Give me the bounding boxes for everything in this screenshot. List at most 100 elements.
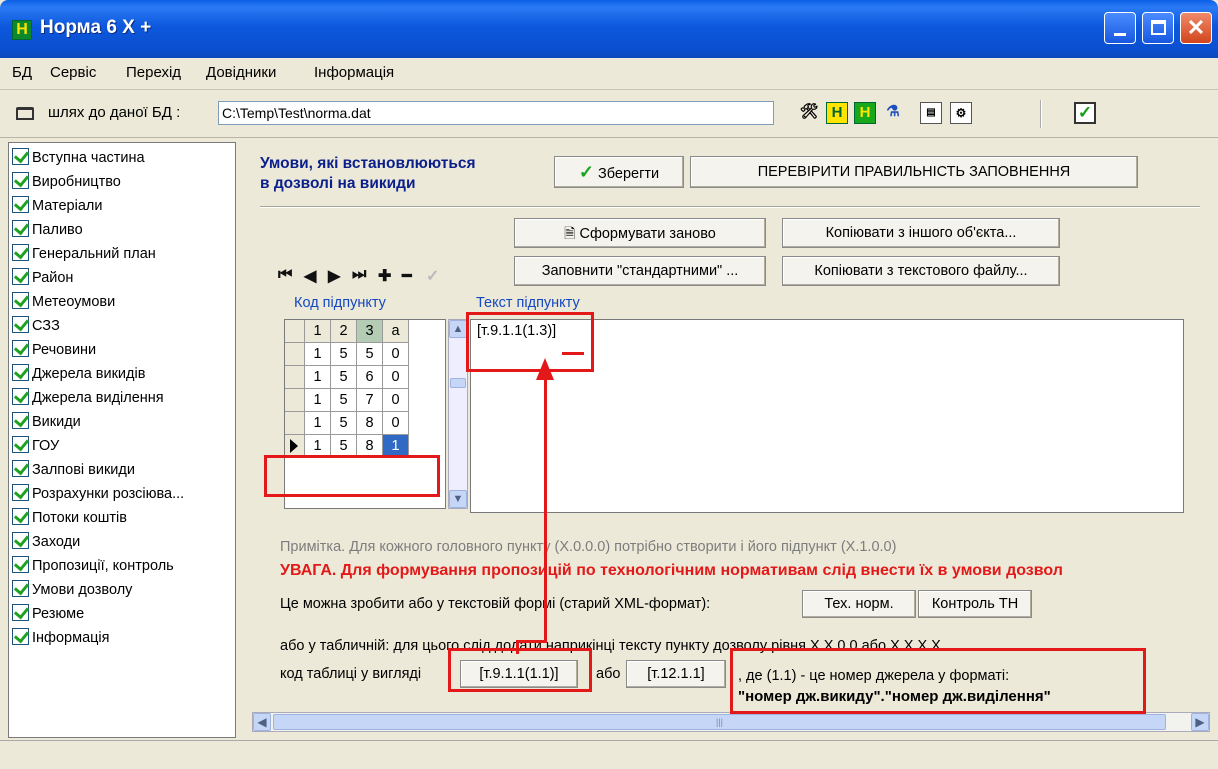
sidebar-item-label: Потоки коштів: [32, 510, 127, 526]
last-record-icon[interactable]: ⏭: [352, 266, 366, 284]
tools-icon[interactable]: 🛠: [798, 102, 820, 124]
minimize-button[interactable]: [1104, 12, 1136, 44]
sidebar-item-label: Вступна частина: [32, 150, 145, 166]
table-row[interactable]: 1 5 7 0: [285, 389, 445, 412]
grid-header-cell[interactable]: 1: [305, 320, 331, 343]
sidebar-item-cash-flows[interactable]: Потоки коштів: [12, 507, 127, 531]
grid-vertical-scrollbar[interactable]: ▲ ▼: [448, 319, 468, 509]
sidebar-item-release-sources[interactable]: Джерела виділення: [12, 387, 164, 411]
scroll-right-icon[interactable]: ▶: [1191, 713, 1209, 731]
sidebar-item-measures[interactable]: Заходи: [12, 531, 80, 555]
code-example-button-2[interactable]: [т.12.1.1]: [626, 660, 726, 688]
sidebar-item-proposals[interactable]: Пропозиції, контроль: [12, 555, 174, 579]
grid-cell[interactable]: 5: [331, 412, 357, 435]
sidebar-item-general-plan[interactable]: Генеральний план: [12, 243, 156, 267]
table-row[interactable]: 1 5 5 0: [285, 343, 445, 366]
grid-cell[interactable]: 0: [383, 412, 409, 435]
grid-cell[interactable]: 5: [331, 389, 357, 412]
save-button[interactable]: ✓ Зберегти: [554, 156, 684, 188]
add-record-icon[interactable]: ✚: [378, 266, 391, 286]
fill-standard-button[interactable]: Заповнити "стандартними" ...: [514, 256, 766, 286]
maximize-button[interactable]: [1142, 12, 1174, 44]
grid-cell[interactable]: 1: [305, 366, 331, 389]
code-column-label: Код підпункту: [294, 295, 386, 311]
grid-header-cell[interactable]: a: [383, 320, 409, 343]
next-record-icon[interactable]: ▶: [328, 266, 340, 286]
grid-cell[interactable]: 1: [305, 412, 331, 435]
sidebar-item-emission-sources[interactable]: Джерела викидів: [12, 363, 145, 387]
scroll-down-icon[interactable]: ▼: [449, 490, 467, 508]
copy-from-object-button[interactable]: Копіювати з іншого об'єкта...: [782, 218, 1060, 248]
sidebar-item-intro[interactable]: Вступна частина: [12, 147, 145, 171]
horizontal-scrollbar[interactable]: ◀ ||| ▶: [252, 712, 1210, 732]
page-title-line2: в дозволі на викиди: [260, 175, 416, 192]
grid-indicator: [285, 412, 305, 435]
sidebar-item-label: ГОУ: [32, 438, 60, 454]
db-path-input[interactable]: [218, 101, 774, 125]
folder-open-icon[interactable]: [16, 107, 34, 120]
table-row[interactable]: 1 5 8 0: [285, 412, 445, 435]
grid-cell[interactable]: 1: [305, 343, 331, 366]
h-green-icon[interactable]: H: [854, 102, 876, 124]
sidebar-item-szz[interactable]: СЗЗ: [12, 315, 60, 339]
grid-cell[interactable]: 0: [383, 343, 409, 366]
report-icon[interactable]: ▤: [920, 102, 942, 124]
flask-icon[interactable]: ⚗: [882, 102, 904, 124]
first-record-icon[interactable]: ⏮: [278, 266, 292, 284]
sidebar-item-materials[interactable]: Матеріали: [12, 195, 102, 219]
db-path-label: шлях до даної БД :: [48, 104, 181, 121]
menu-item-info[interactable]: Інформація: [314, 64, 394, 81]
app-window: H Норма 6 X + ✕ БД Сервіс Перехід Довідн…: [0, 0, 1218, 769]
copy-from-file-button[interactable]: Копіювати з текстового файлу...: [782, 256, 1060, 286]
grid-cell[interactable]: 1: [305, 389, 331, 412]
sidebar-item-summary[interactable]: Резюме: [12, 603, 84, 627]
scroll-thumb[interactable]: [450, 378, 466, 388]
sidebar-item-production[interactable]: Виробництво: [12, 171, 121, 195]
sidebar-item-information[interactable]: Інформація: [12, 627, 110, 651]
control-tn-button[interactable]: Контроль ТН: [918, 590, 1032, 618]
regenerate-button[interactable]: 🗎 Сформувати заново: [514, 218, 766, 248]
sidebar-item-permit-conditions[interactable]: Умови дозволу: [12, 579, 132, 603]
tech-norm-button[interactable]: Тех. норм.: [802, 590, 916, 618]
check-icon[interactable]: ✓: [1074, 102, 1096, 124]
scroll-up-icon[interactable]: ▲: [449, 320, 467, 338]
grid-indicator: [285, 343, 305, 366]
title-bar[interactable]: H Норма 6 X + ✕: [0, 0, 1218, 58]
sidebar-item-emissions[interactable]: Викиди: [12, 411, 81, 435]
sidebar-item-gou[interactable]: ГОУ: [12, 435, 59, 459]
grid-cell[interactable]: 5: [331, 366, 357, 389]
scroll-thumb[interactable]: |||: [273, 714, 1166, 730]
post-record-icon: ✓: [426, 268, 440, 285]
sidebar-item-dispersion[interactable]: Розрахунки розсіюва...: [12, 483, 184, 507]
sidebar-item-weather[interactable]: Метеоумови: [12, 291, 115, 315]
check-fill-button[interactable]: ПЕРЕВІРИТИ ПРАВИЛЬНІСТЬ ЗАПОВНЕННЯ: [690, 156, 1138, 188]
menu-item-db[interactable]: БД: [12, 64, 32, 81]
prev-record-icon[interactable]: ◀: [304, 266, 316, 286]
checkbox-checked-icon: [12, 268, 29, 285]
grid-cell[interactable]: 0: [383, 366, 409, 389]
h-yellow-icon[interactable]: H: [826, 102, 848, 124]
grid-cell[interactable]: 5: [357, 343, 383, 366]
grid-cell[interactable]: 6: [357, 366, 383, 389]
sidebar-item-district[interactable]: Район: [12, 267, 73, 291]
grid-cell[interactable]: 8: [357, 412, 383, 435]
settings-icon[interactable]: ⚙: [950, 102, 972, 124]
sidebar-item-label: Розрахунки розсіюва...: [32, 486, 185, 502]
sidebar-item-substances[interactable]: Речовини: [12, 339, 96, 363]
close-button[interactable]: ✕: [1180, 12, 1212, 44]
menu-item-directories[interactable]: Довідники: [206, 64, 276, 81]
checkbox-checked-icon: [12, 556, 29, 573]
sidebar-item-fuel[interactable]: Паливо: [12, 219, 83, 243]
grid-header-cell[interactable]: 2: [331, 320, 357, 343]
table-row[interactable]: 1 5 6 0: [285, 366, 445, 389]
delete-record-icon[interactable]: ━: [402, 266, 412, 286]
maximize-icon: [1151, 20, 1166, 35]
grid-cell[interactable]: 7: [357, 389, 383, 412]
menu-item-navigate[interactable]: Перехід: [126, 64, 181, 81]
sidebar-item-salvo-emissions[interactable]: Залпові викиди: [12, 459, 135, 483]
grid-cell[interactable]: 5: [331, 343, 357, 366]
grid-cell[interactable]: 0: [383, 389, 409, 412]
grid-header-cell[interactable]: 3: [357, 320, 383, 343]
scroll-left-icon[interactable]: ◀: [253, 713, 271, 731]
menu-item-service[interactable]: Сервіс: [50, 64, 96, 81]
